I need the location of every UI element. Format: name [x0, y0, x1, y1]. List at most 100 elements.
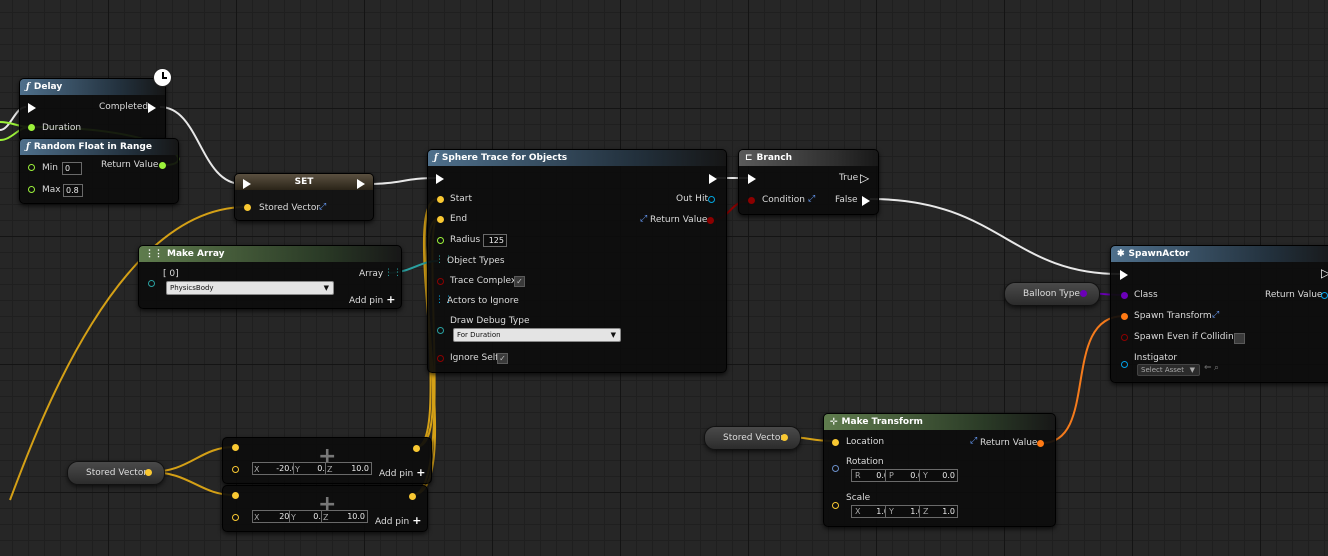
make-array-dropdown[interactable]: PhysicsBody ▼	[166, 281, 334, 295]
trace-ignoreself-pin[interactable]	[437, 355, 444, 362]
spawn-actor-node[interactable]: ✱ SpawnActor ▷ Class Return Value Spawn T…	[1110, 245, 1328, 383]
transform-rotation-pin[interactable]	[832, 465, 839, 472]
random-max-label: Max	[42, 185, 61, 195]
trace-objecttypes-label: Object Types	[447, 256, 505, 266]
transform-p-label: P	[889, 471, 894, 480]
random-min-field[interactable]: 0	[62, 162, 82, 175]
balloon-type-variable[interactable]: Balloon Type	[1004, 282, 1100, 306]
trace-radius-field[interactable]: 125	[483, 234, 507, 247]
stored-vector-variable-left[interactable]: Stored Vector	[67, 461, 165, 485]
trace-tracecomplex-checkbox[interactable]: ✓	[514, 276, 525, 287]
spawn-transform-pin[interactable]	[1121, 313, 1128, 320]
exec-outline-icon: ▷	[1321, 266, 1328, 280]
trace-end-pin[interactable]	[437, 216, 444, 223]
plus-icon: +	[412, 514, 422, 527]
random-max-field[interactable]: 0.8	[63, 184, 83, 197]
vector2-y-label: Y	[291, 513, 296, 522]
vector1-add-pin[interactable]: Add pin +	[379, 466, 425, 479]
array-icon: ⋮⋮	[145, 249, 163, 259]
spawn-even-checkbox[interactable]	[1234, 333, 1245, 344]
transform-location-pin[interactable]	[832, 439, 839, 446]
transform-sz-label: Z	[923, 507, 929, 516]
trace-radius-pin[interactable]	[437, 237, 444, 244]
stored-vector-left-label: Stored Vector	[86, 468, 148, 478]
transform-scale-pin[interactable]	[832, 502, 839, 509]
function-icon: ƒ	[434, 153, 438, 163]
branch-condition-pin[interactable]	[748, 197, 755, 204]
use-asset-icon[interactable]: ⇐	[1204, 363, 1212, 373]
make-vector-node-2[interactable]: + X 20.0 Y 0.0 Z 10.0 Add pin+	[222, 485, 428, 532]
trace-ignoreself-checkbox[interactable]: ✓	[497, 353, 508, 364]
make-array-index-label: [ 0]	[163, 269, 179, 279]
set-node[interactable]: SET Stored Vector ⤢	[234, 173, 374, 221]
trace-tracecomplex-pin[interactable]	[437, 278, 444, 285]
make-transform-node[interactable]: ⊹ Make Transform Location ⤢ Return Value …	[823, 413, 1056, 527]
delay-completed-label: Completed	[99, 102, 149, 112]
vector1-in-pin[interactable]	[232, 466, 239, 473]
vector1-x-label: X	[254, 465, 260, 474]
vector2-in-pin[interactable]	[232, 514, 239, 521]
random-float-node[interactable]: ƒ Random Float in Range Min 0 Return Valu…	[19, 138, 179, 204]
random-max-pin[interactable]	[28, 186, 35, 193]
latent-clock-icon	[153, 68, 172, 87]
branch-node[interactable]: ⊏ Branch True ▷ Condition ⤢ False	[738, 149, 879, 215]
transform-sx-label: X	[855, 507, 861, 516]
sphere-trace-node[interactable]: ƒ Sphere Trace for Objects Start Out Hit …	[427, 149, 727, 373]
dropdown-arrow-icon: ▼	[610, 331, 616, 339]
array-pin-icon[interactable]: ⋮⋮	[384, 268, 402, 278]
trace-start-pin[interactable]	[437, 196, 444, 203]
trace-exec-in-pin[interactable]	[436, 174, 444, 184]
vector1-out-pin[interactable]	[413, 445, 420, 452]
delay-node[interactable]: ƒ Delay Completed Duration	[19, 78, 166, 142]
transform-sy-label: Y	[889, 507, 894, 516]
random-min-pin[interactable]	[28, 164, 35, 171]
function-icon: ƒ	[26, 142, 30, 152]
trace-debug-pin[interactable]	[437, 327, 444, 334]
browse-asset-icon[interactable]: ⌕	[1214, 363, 1219, 373]
spawn-return-pin[interactable]	[1321, 292, 1328, 299]
stored-vector-left-pin[interactable]	[145, 469, 152, 476]
branch-exec-in-pin[interactable]	[748, 174, 756, 184]
trace-exec-out-pin[interactable]	[709, 174, 717, 184]
set-stored-vector-label: Stored Vector	[259, 203, 321, 213]
vector2-out-top-left-pin[interactable]	[232, 492, 239, 499]
exec-outline-icon: ▷	[860, 171, 870, 185]
make-array-add-pin[interactable]: Add pin +	[349, 293, 395, 306]
spawn-icon: ✱	[1117, 249, 1125, 259]
spawn-instigator-dropdown[interactable]: Select Asset ▼	[1137, 364, 1200, 376]
stored-vector-variable-right[interactable]: Stored Vector	[704, 426, 801, 450]
vector2-out-pin[interactable]	[409, 493, 416, 500]
trace-return-pin[interactable]	[707, 217, 714, 224]
add-pin-label: Add pin	[349, 296, 384, 306]
add-pin-label: Add pin	[379, 469, 414, 479]
set-title: SET	[294, 177, 314, 187]
spawn-title: SpawnActor	[1128, 249, 1190, 259]
set-exec-in-pin[interactable]	[243, 179, 251, 189]
trace-start-label: Start	[450, 194, 472, 204]
set-exec-out-pin[interactable]	[357, 179, 365, 189]
spawn-even-pin[interactable]	[1121, 334, 1128, 341]
trace-radius-label: Radius	[450, 235, 481, 245]
set-stored-vector-pin[interactable]	[244, 204, 251, 211]
spawn-return-label: Return Value	[1265, 290, 1323, 300]
branch-false-pin[interactable]	[862, 196, 870, 206]
random-return-pin[interactable]	[159, 162, 166, 169]
spawn-class-pin[interactable]	[1121, 292, 1128, 299]
delay-completed-pin[interactable]	[148, 103, 156, 113]
transform-return-pin[interactable]	[1037, 440, 1044, 447]
trace-actors-label: Actors to Ignore	[447, 296, 519, 306]
spawn-exec-in-pin[interactable]	[1120, 270, 1128, 280]
vector2-add-pin[interactable]: Add pin +	[375, 514, 421, 527]
stored-vector-right-pin[interactable]	[781, 434, 788, 441]
variable-ref-icon: ⤢	[970, 436, 978, 446]
make-array-in-pin[interactable]	[148, 280, 155, 287]
trace-debug-dropdown[interactable]: For Duration ▼	[453, 328, 621, 342]
make-vector-node-1[interactable]: + X -20.0 Y 0.0 Z 10.0 Add pin +	[222, 437, 432, 484]
delay-duration-pin[interactable]	[28, 124, 35, 131]
trace-outhit-pin[interactable]	[708, 196, 715, 203]
make-array-node[interactable]: ⋮⋮ Make Array [ 0] Array ⋮⋮ PhysicsBody ▼ …	[138, 245, 402, 309]
spawn-instigator-pin[interactable]	[1121, 361, 1128, 368]
delay-exec-in-pin[interactable]	[28, 103, 36, 113]
balloon-type-pin[interactable]	[1080, 290, 1087, 297]
vector1-out-top-left-pin[interactable]	[232, 444, 239, 451]
